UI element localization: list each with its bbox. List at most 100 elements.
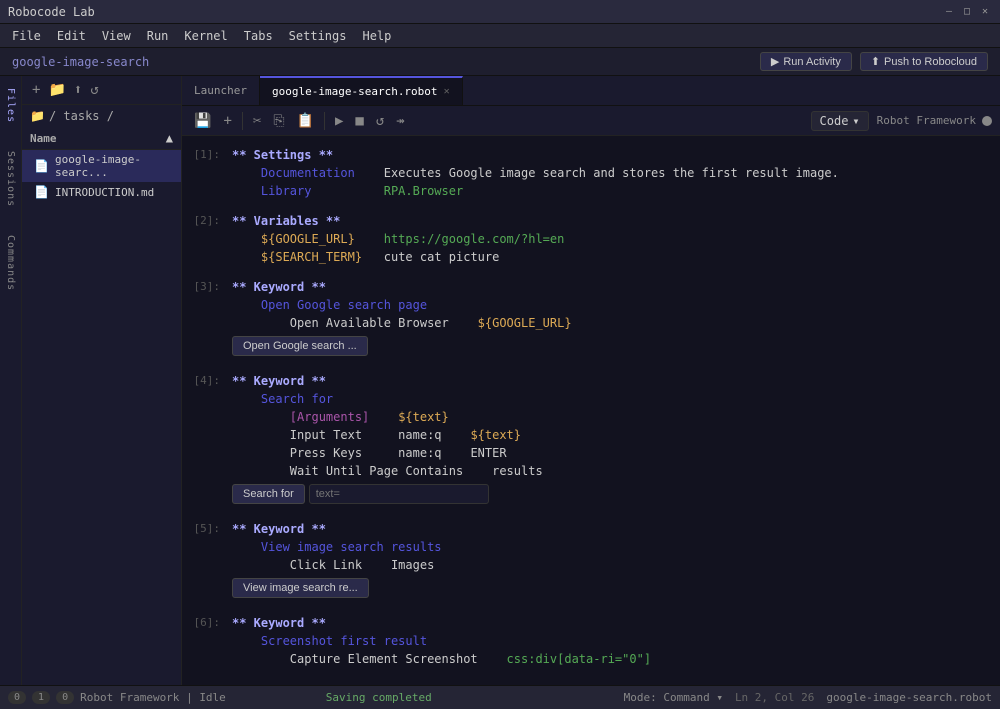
menu-help[interactable]: Help xyxy=(354,27,399,45)
status-filename: google-image-search.robot xyxy=(826,691,992,704)
code-block-6: [6]: ** Keyword ** Screenshot first resu… xyxy=(182,612,1000,670)
new-file-button[interactable]: + xyxy=(30,80,42,100)
sort-icon: ▲ xyxy=(166,131,173,145)
code-line: Documentation Executes Google image sear… xyxy=(182,164,1000,182)
upload-button[interactable]: ⬆ xyxy=(72,80,84,100)
toolbar-right: Code ▾ Robot Framework xyxy=(811,111,992,131)
file-item-robot[interactable]: 📄 google-image-searc... xyxy=(22,150,181,182)
code-line: View image search results xyxy=(182,538,1000,556)
code-line: Click Link Images xyxy=(182,556,1000,574)
paste-button[interactable]: 📋 xyxy=(293,111,318,131)
status-badge-2: 0 xyxy=(56,691,74,704)
cursor-position: Ln 2, Col 26 xyxy=(735,691,814,704)
robot-file-name: google-image-searc... xyxy=(55,153,169,179)
code-block-1: [1]: ** Settings ** Documentation Execut… xyxy=(182,144,1000,202)
toolbar-separator-2 xyxy=(324,112,325,130)
rf-label: Robot Framework xyxy=(877,114,976,127)
run-block-3: Open Google search ... xyxy=(182,332,1000,360)
save-toolbar-button[interactable]: 💾 xyxy=(190,111,215,131)
editor-tab-label: google-image-search.robot xyxy=(272,85,438,98)
code-line: ${GOOGLE_URL} https://google.com/?hl=en xyxy=(182,230,1000,248)
refresh-files-button[interactable]: ↺ xyxy=(88,80,100,100)
code-line: Open Google search page xyxy=(182,296,1000,314)
code-block-5: [5]: ** Keyword ** View image search res… xyxy=(182,518,1000,604)
menu-edit[interactable]: Edit xyxy=(49,27,94,45)
code-line: Search for xyxy=(182,390,1000,408)
code-mode-label: Code xyxy=(820,114,849,128)
run-icon: ▶ xyxy=(771,55,779,68)
statusbar: 0 1 0 Robot Framework | Idle Saving comp… xyxy=(0,685,1000,709)
save-status: Saving completed xyxy=(326,691,432,704)
search-text-input[interactable] xyxy=(309,484,489,504)
push-icon: ⬆ xyxy=(871,55,880,68)
code-line: [2]: ** Variables ** xyxy=(182,212,1000,230)
maximize-button[interactable]: □ xyxy=(960,5,974,19)
cut-button[interactable]: ✂ xyxy=(249,111,265,131)
status-left: 0 1 0 Robot Framework | Idle xyxy=(8,691,226,704)
code-line: Open Available Browser ${GOOGLE_URL} xyxy=(182,314,1000,332)
sidebar-files-label[interactable]: Files xyxy=(5,84,16,127)
code-line: [1]: ** Settings ** xyxy=(182,146,1000,164)
minimize-button[interactable]: — xyxy=(942,5,956,19)
close-tab-icon[interactable]: ✕ xyxy=(444,86,450,97)
open-google-search-button[interactable]: Open Google search ... xyxy=(232,336,368,356)
menu-view[interactable]: View xyxy=(94,27,139,45)
robot-file-icon: 📄 xyxy=(34,159,49,173)
md-file-icon: 📄 xyxy=(34,185,49,199)
code-mode-dropdown[interactable]: Code ▾ xyxy=(811,111,869,131)
close-button[interactable]: ✕ xyxy=(978,5,992,19)
folder-row[interactable]: 📁 / tasks / xyxy=(22,105,181,127)
code-line: [Arguments] ${text} xyxy=(182,408,1000,426)
view-image-search-button[interactable]: View image search re... xyxy=(232,578,369,598)
status-badge-0: 0 xyxy=(8,691,26,704)
folder-icon: 📁 xyxy=(30,109,45,123)
add-cell-button[interactable]: + xyxy=(219,111,235,131)
file-panel-header: + 📁 ⬆ ↺ xyxy=(22,76,181,105)
dropdown-chevron: ▾ xyxy=(852,114,859,128)
run-activity-button[interactable]: ▶ Run Activity xyxy=(760,52,852,71)
editor-area: Launcher google-image-search.robot ✕ 💾 +… xyxy=(182,76,1000,685)
file-item-md[interactable]: 📄 INTRODUCTION.md xyxy=(22,182,181,202)
folder-name: / tasks / xyxy=(49,109,114,123)
sidebar-sessions-label[interactable]: Sessions xyxy=(5,147,16,211)
stop-button[interactable]: ■ xyxy=(351,111,367,131)
sidebar-commands-label[interactable]: Commands xyxy=(5,231,16,295)
skip-button[interactable]: ↠ xyxy=(392,111,408,131)
menubar: File Edit View Run Kernel Tabs Settings … xyxy=(0,24,1000,48)
toolbar-separator-1 xyxy=(242,112,243,130)
run-button[interactable]: ▶ xyxy=(331,111,347,131)
menu-kernel[interactable]: Kernel xyxy=(176,27,235,45)
code-block-4: [4]: ** Keyword ** Search for [Arguments… xyxy=(182,370,1000,510)
launcher-tab-label: Launcher xyxy=(194,84,247,97)
launcher-tab[interactable]: Launcher xyxy=(182,76,260,105)
file-panel: + 📁 ⬆ ↺ 📁 / tasks / Name ▲ 📄 google-imag… xyxy=(22,76,182,685)
tab-bar: Launcher google-image-search.robot ✕ xyxy=(182,76,1000,106)
code-line: Wait Until Page Contains results xyxy=(182,462,1000,480)
menu-run[interactable]: Run xyxy=(139,27,177,45)
menu-file[interactable]: File xyxy=(4,27,49,45)
editor-tab[interactable]: google-image-search.robot ✕ xyxy=(260,76,463,105)
status-badge-1: 1 xyxy=(32,691,50,704)
code-line: Input Text name:q ${text} xyxy=(182,426,1000,444)
code-line: [3]: ** Keyword ** xyxy=(182,278,1000,296)
name-column-header: Name xyxy=(30,132,57,145)
rf-status-dot xyxy=(982,116,992,126)
project-title: google-image-search xyxy=(12,55,149,69)
menu-settings[interactable]: Settings xyxy=(281,27,355,45)
new-folder-button[interactable]: 📁 xyxy=(46,80,67,100)
files-header: Name ▲ xyxy=(22,127,181,150)
rf-indicator: Robot Framework xyxy=(877,114,992,127)
rf-status-label: Robot Framework | Idle xyxy=(80,691,226,704)
vertical-sidebar: Files Sessions Commands xyxy=(0,76,22,685)
code-content[interactable]: [1]: ** Settings ** Documentation Execut… xyxy=(182,136,1000,685)
code-line: ${SEARCH_TERM} cute cat picture xyxy=(182,248,1000,266)
push-button[interactable]: ⬆ Push to Robocloud xyxy=(860,52,988,71)
refresh-button[interactable]: ↺ xyxy=(372,111,388,131)
toolbar: 💾 + ✂ ⎘ 📋 ▶ ■ ↺ ↠ Code ▾ Robot Framework xyxy=(182,106,1000,136)
copy-button[interactable]: ⎘ xyxy=(269,111,288,131)
search-for-input-row: Search for xyxy=(232,484,1000,504)
code-block-3: [3]: ** Keyword ** Open Google search pa… xyxy=(182,276,1000,362)
search-for-button[interactable]: Search for xyxy=(232,484,305,504)
code-line: Screenshot first result xyxy=(182,632,1000,650)
menu-tabs[interactable]: Tabs xyxy=(236,27,281,45)
